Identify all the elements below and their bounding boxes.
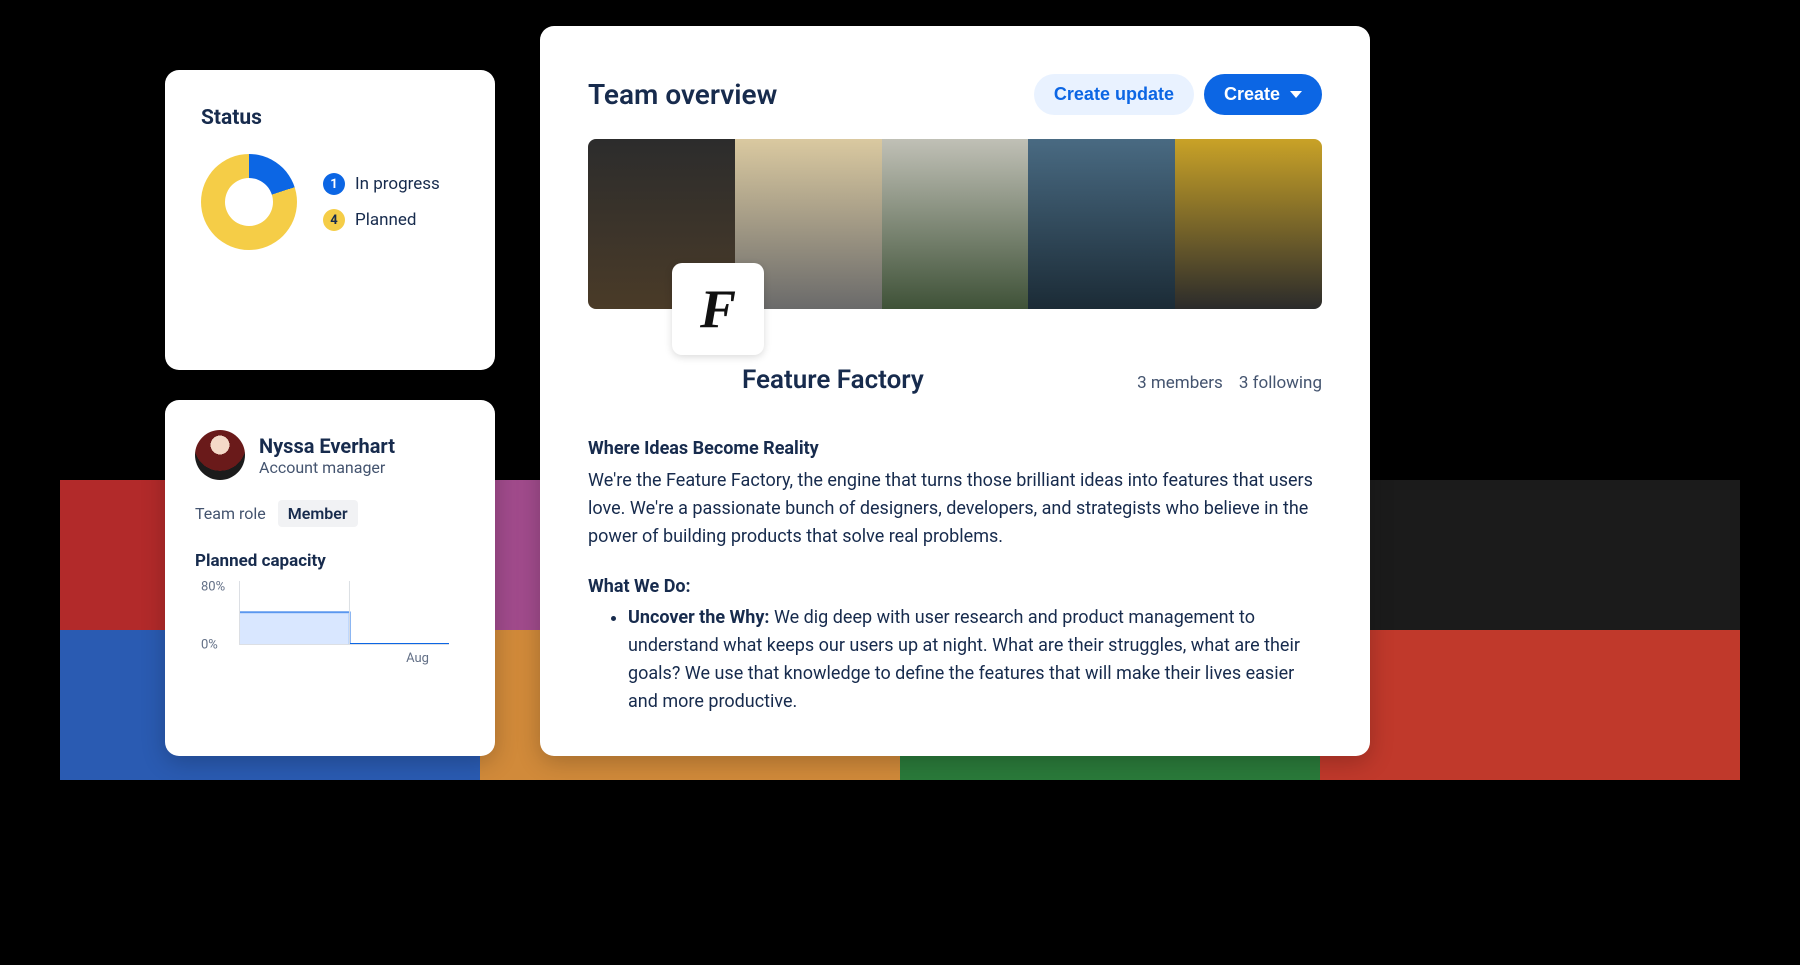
x-label-aug: Aug <box>406 651 429 666</box>
planned-capacity-chart: 80% 0% Aug <box>201 581 461 671</box>
following-count[interactable]: 3 following <box>1239 373 1322 393</box>
bullet-title: Uncover the Why: <box>628 607 769 628</box>
team-role-value[interactable]: Member <box>278 500 358 527</box>
status-label: Planned <box>355 210 416 230</box>
planned-capacity-title: Planned capacity <box>195 551 465 571</box>
status-label: In progress <box>355 174 440 194</box>
y-tick-0: 0% <box>201 638 218 653</box>
team-role-label: Team role <box>195 504 266 523</box>
team-description: Where Ideas Become Reality We're the Fea… <box>588 435 1322 716</box>
create-update-button[interactable]: Create update <box>1034 74 1194 115</box>
profile-name[interactable]: Nyssa Everhart <box>259 434 395 458</box>
legend-item-in-progress[interactable]: 1 In progress <box>323 173 440 195</box>
list-item: Uncover the Why: We dig deep with user r… <box>628 604 1322 716</box>
members-count[interactable]: 3 members <box>1137 373 1223 393</box>
team-logo-letter: F <box>700 278 736 340</box>
team-overview-card: Team overview Create update Create F Fea… <box>540 26 1370 756</box>
profile-role: Account manager <box>259 458 395 477</box>
status-card: Status 1 In progress 4 Planned <box>165 70 495 370</box>
create-button[interactable]: Create <box>1204 74 1322 115</box>
avatar[interactable] <box>195 430 245 480</box>
status-donut-chart <box>201 154 297 250</box>
status-count-badge: 4 <box>323 209 345 231</box>
team-logo[interactable]: F <box>672 263 764 355</box>
team-name: Feature Factory <box>742 365 1107 395</box>
description-heading: What We Do: <box>588 573 1322 601</box>
page-title: Team overview <box>588 78 777 111</box>
legend-item-planned[interactable]: 4 Planned <box>323 209 440 231</box>
chevron-down-icon <box>1290 91 1302 98</box>
y-tick-80: 80% <box>201 580 225 595</box>
status-title: Status <box>201 106 459 130</box>
status-legend: 1 In progress 4 Planned <box>323 173 440 231</box>
description-intro: We're the Feature Factory, the engine th… <box>588 467 1322 551</box>
status-count-badge: 1 <box>323 173 345 195</box>
profile-card: Nyssa Everhart Account manager Team role… <box>165 400 495 756</box>
description-heading: Where Ideas Become Reality <box>588 435 1322 463</box>
